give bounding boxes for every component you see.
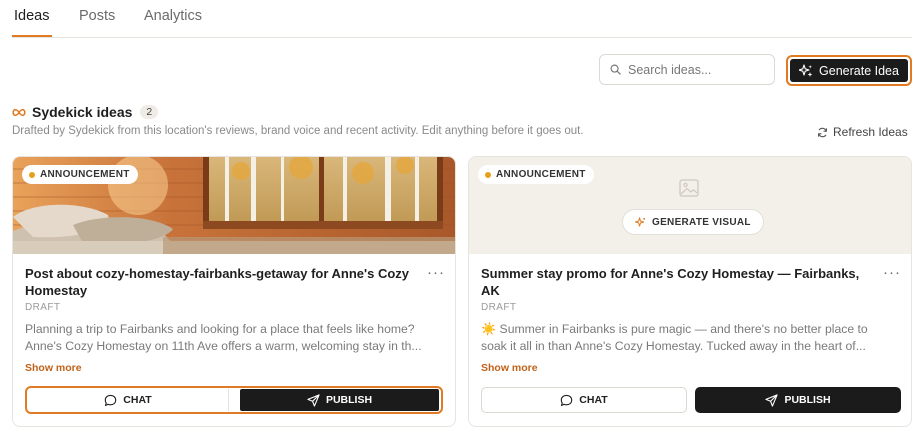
generate-idea-label: Generate Idea [819, 63, 899, 78]
publish-button[interactable]: PUBLISH [695, 387, 901, 413]
idea-card: ANNOUNCEMENT GENERATE VISUAL Summer stay… [468, 156, 912, 427]
card-body-line: Anne's Cozy Homestay on 11th Ave offers … [25, 338, 422, 353]
chat-button[interactable]: CHAT [28, 389, 229, 411]
refresh-ideas-button[interactable]: Refresh Ideas [817, 125, 908, 139]
chat-icon [561, 394, 573, 406]
card-title: Summer stay promo for Anne's Cozy Homest… [481, 266, 860, 298]
publish-label: PUBLISH [325, 394, 373, 406]
tab-analytics[interactable]: Analytics [144, 8, 202, 24]
status-dot [29, 171, 35, 178]
show-more-link[interactable]: Show more [481, 362, 538, 374]
generate-visual-label: GENERATE VISUAL [652, 216, 751, 228]
refresh-icon [818, 127, 827, 137]
card-body: Planning a trip to Fairbanks and looking… [25, 321, 445, 354]
search-icon [610, 64, 621, 75]
generate-idea-highlight: Generate Idea [786, 55, 912, 86]
image-icon [679, 179, 699, 197]
card-body: ☀️ Summer in Fairbanks is pure magic — a… [481, 321, 901, 354]
publish-label: PUBLISH [784, 394, 831, 406]
chat-label: CHAT [123, 394, 152, 406]
sparkle-icon [635, 216, 646, 227]
tag-label: ANNOUNCEMENT [496, 169, 586, 180]
status-dot [485, 171, 491, 178]
sparkle-icon [799, 63, 813, 77]
card-body-line: Planning a trip to Fairbanks and looking… [25, 322, 415, 336]
section-header: Sydekick ideas 2 [12, 104, 159, 120]
tab-ideas[interactable]: Ideas [14, 8, 49, 24]
search-box[interactable] [599, 54, 775, 85]
chat-button[interactable]: CHAT [481, 387, 687, 413]
search-input[interactable] [628, 61, 768, 79]
card-title: Post about cozy-homestay-fairbanks-getaw… [25, 266, 410, 298]
chat-icon [105, 394, 117, 406]
ideas-count-badge: 2 [140, 105, 159, 119]
tab-bar: Ideas Posts Analytics [12, 0, 912, 38]
announcement-tag: ANNOUNCEMENT [478, 165, 594, 184]
section-subtitle: Drafted by Sydekick from this location's… [12, 125, 584, 137]
active-tab-indicator [12, 35, 52, 37]
publish-button[interactable]: PUBLISH [240, 389, 439, 411]
card-image: ANNOUNCEMENT [13, 157, 455, 254]
tab-posts[interactable]: Posts [79, 8, 115, 24]
section-title: Sydekick ideas [32, 104, 133, 120]
card-body-line: ☀️ Summer in Fairbanks is pure magic — a… [481, 322, 868, 336]
generate-visual-button[interactable]: GENERATE VISUAL [622, 209, 764, 235]
chat-label: CHAT [579, 394, 608, 406]
card-body-line: soak it all in than Anne's Cozy Homestay… [481, 338, 866, 353]
card-image-placeholder: ANNOUNCEMENT GENERATE VISUAL [469, 157, 911, 254]
refresh-ideas-label: Refresh Ideas [833, 125, 908, 139]
send-icon [307, 393, 320, 407]
infinity-icon [12, 108, 26, 116]
card-status: DRAFT [481, 302, 517, 313]
generate-idea-button[interactable]: Generate Idea [790, 59, 908, 82]
card-status: DRAFT [25, 302, 61, 313]
show-more-link[interactable]: Show more [25, 362, 82, 374]
send-icon [765, 393, 779, 407]
announcement-tag: ANNOUNCEMENT [22, 165, 138, 184]
more-icon[interactable]: ··· [427, 264, 445, 281]
idea-card: ANNOUNCEMENT Post about cozy-homestay-fa… [12, 156, 456, 427]
tag-label: ANNOUNCEMENT [40, 169, 130, 180]
more-icon[interactable]: ··· [883, 264, 901, 281]
